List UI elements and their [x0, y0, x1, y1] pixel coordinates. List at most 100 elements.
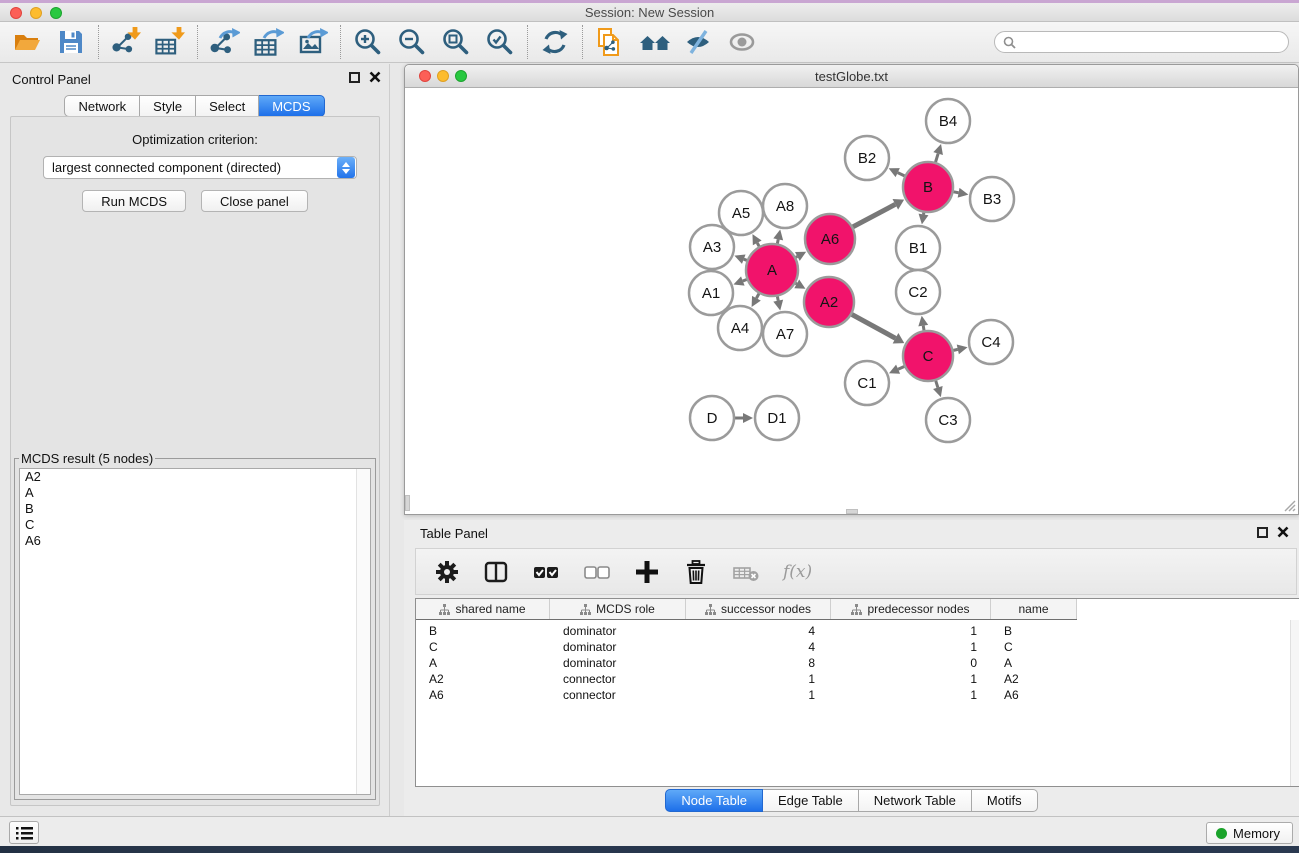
delete-table-icon[interactable]	[732, 559, 760, 585]
graph-node-label: A5	[732, 205, 750, 222]
delete-column-trash-icon[interactable]	[683, 559, 709, 585]
node-table: shared name MCDS role successor nodes pr…	[415, 598, 1299, 787]
tab-network[interactable]: Network	[64, 95, 140, 117]
column-header-successor-nodes[interactable]: successor nodes	[686, 599, 831, 619]
graph-edge[interactable]	[954, 192, 959, 193]
show-details-button[interactable]	[726, 26, 758, 58]
graph-edge-arrowhead	[933, 386, 943, 397]
graph-edge[interactable]	[777, 296, 778, 300]
double-home-button[interactable]	[638, 26, 670, 58]
criterion-dropdown[interactable]: largest connected component (directed)	[43, 156, 357, 179]
mcds-result-item[interactable]: A6	[20, 533, 370, 549]
table-cell: 1	[831, 639, 991, 655]
graph-edge[interactable]	[898, 367, 904, 370]
export-table-button[interactable]	[253, 26, 285, 58]
graph-edge[interactable]	[757, 243, 759, 246]
graph-edge[interactable]	[936, 381, 938, 388]
column-header-shared-name[interactable]: shared name	[416, 599, 550, 619]
graph-edge[interactable]	[953, 349, 957, 350]
tab-motifs[interactable]: Motifs	[972, 789, 1038, 812]
zoom-out-button[interactable]	[396, 26, 428, 58]
main-toolbar	[0, 22, 1299, 63]
tree-icon	[851, 604, 862, 615]
tab-network-table[interactable]: Network Table	[859, 789, 972, 812]
graph-node-label: D1	[767, 410, 786, 427]
refresh-button[interactable]	[539, 26, 571, 58]
table-row[interactable]: A6connector11A6	[416, 687, 1299, 703]
table-cell: C	[991, 639, 1077, 655]
mcds-result-item[interactable]: A	[20, 485, 370, 501]
memory-button[interactable]: Memory	[1206, 822, 1293, 844]
close-table-panel-icon[interactable]	[1277, 526, 1289, 538]
graph-edge[interactable]	[852, 314, 896, 338]
network-vertical-scroll-thumb[interactable]	[405, 495, 410, 511]
network-window-title: testGlobe.txt	[405, 69, 1298, 84]
graph-edge[interactable]	[796, 256, 798, 257]
import-table-button[interactable]	[154, 26, 186, 58]
graph-node-label: B4	[939, 113, 957, 130]
zoom-fit-button[interactable]	[440, 26, 472, 58]
table-row[interactable]: A2connector11A2	[416, 671, 1299, 687]
zoom-in-button[interactable]	[352, 26, 384, 58]
graph-edge[interactable]	[744, 259, 747, 260]
table-row[interactable]: Adominator80A	[416, 655, 1299, 671]
function-builder-icon[interactable]: f(x)	[783, 562, 812, 582]
float-panel-icon[interactable]	[349, 72, 360, 83]
column-header-name[interactable]: name	[991, 599, 1077, 619]
table-settings-gear-icon[interactable]	[434, 559, 460, 585]
create-column-plus-icon[interactable]	[634, 559, 660, 585]
task-history-button[interactable]	[9, 821, 39, 844]
export-image-button[interactable]	[297, 26, 329, 58]
split-columns-icon[interactable]	[483, 559, 509, 585]
close-panel-icon[interactable]	[369, 71, 381, 83]
graph-edge[interactable]	[777, 239, 778, 243]
share-document-button[interactable]	[594, 26, 626, 58]
result-list-scrollbar[interactable]	[356, 469, 370, 794]
graph-node-label: A4	[731, 320, 749, 337]
column-header-mcds-role[interactable]: MCDS role	[550, 599, 686, 619]
zoom-selected-button[interactable]	[484, 26, 516, 58]
zoom-fit-icon	[441, 27, 471, 57]
table-row[interactable]: Cdominator41C	[416, 639, 1299, 655]
network-view-window: testGlobe.txt B4B2BB3A5A8A6A3B1AC2A1A2A4…	[404, 64, 1299, 515]
search-field[interactable]	[994, 31, 1289, 53]
table-cell: 1	[831, 687, 991, 703]
run-mcds-button[interactable]: Run MCDS	[82, 190, 186, 212]
tab-style[interactable]: Style	[140, 95, 196, 117]
float-table-panel-icon[interactable]	[1257, 527, 1268, 538]
export-network-button[interactable]	[209, 26, 241, 58]
graph-edge[interactable]	[853, 204, 895, 226]
tab-edge-table[interactable]: Edge Table	[763, 789, 859, 812]
graph-edge[interactable]	[756, 294, 759, 299]
close-panel-button[interactable]: Close panel	[201, 190, 308, 212]
graph-edge[interactable]	[743, 280, 747, 281]
hide-details-button[interactable]	[682, 26, 714, 58]
status-bar: Memory	[0, 816, 1299, 846]
graph-edge[interactable]	[923, 326, 924, 331]
table-row[interactable]: Bdominator41B	[416, 623, 1299, 639]
mcds-result-item[interactable]: A2	[20, 469, 370, 485]
column-header-predecessor-nodes[interactable]: predecessor nodes	[831, 599, 991, 619]
eye-slash-icon	[683, 27, 713, 57]
graph-edge[interactable]	[936, 154, 939, 163]
network-horizontal-scroll-thumb[interactable]	[846, 509, 858, 514]
mcds-result-item[interactable]: B	[20, 501, 370, 517]
resize-grip-icon[interactable]	[1283, 499, 1296, 512]
mcds-result-item[interactable]: C	[20, 517, 370, 533]
tab-node-table[interactable]: Node Table	[665, 789, 763, 812]
network-canvas[interactable]: B4B2BB3A5A8A6A3B1AC2A1A2A4A7C4CC1C3DD1	[405, 88, 1298, 514]
network-graph[interactable]: B4B2BB3A5A8A6A3B1AC2A1A2A4A7C4CC1C3DD1	[406, 88, 1298, 514]
network-window-titlebar[interactable]: testGlobe.txt	[405, 65, 1298, 88]
open-session-button[interactable]	[11, 26, 43, 58]
graph-edge[interactable]	[898, 173, 905, 176]
save-session-button[interactable]	[55, 26, 87, 58]
import-network-button[interactable]	[110, 26, 142, 58]
graph-node-label: C3	[938, 412, 957, 429]
tab-select[interactable]: Select	[196, 95, 259, 117]
tab-mcds[interactable]: MCDS	[259, 95, 324, 117]
tree-icon	[705, 604, 716, 615]
select-all-columns-icon[interactable]	[532, 559, 560, 585]
unselect-all-columns-icon[interactable]	[583, 559, 611, 585]
search-input[interactable]	[1021, 35, 1280, 49]
table-scrollbar[interactable]	[1290, 620, 1299, 786]
